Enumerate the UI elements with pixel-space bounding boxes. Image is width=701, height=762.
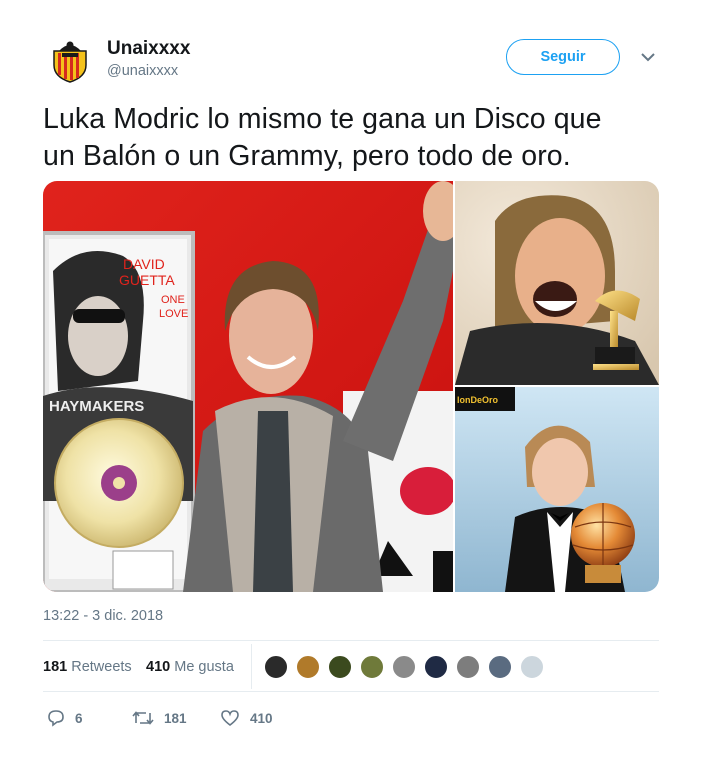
media-image-3[interactable]: lonDeOro [455,387,659,592]
valencia-crest-icon [53,41,87,83]
divider [43,640,659,641]
tweet-text: Luka Modric lo mismo te gana un Disco qu… [43,101,673,175]
poster-text-guetta: GUETTA [119,272,175,288]
media-grid: HAYMAKERS DAVID GUETTA ONE LOVE lonDeOro [43,181,659,592]
media-image-2[interactable] [455,181,659,385]
liker-avatar[interactable] [263,654,289,680]
retweets-label: Retweets [71,659,132,675]
user-handle[interactable]: @unaixxxx [107,63,178,79]
reply-icon [48,710,64,727]
tweet-text-line-1: Luka Modric lo mismo te gana un Disco qu… [43,103,602,135]
retweet-button[interactable]: 181 [132,706,187,730]
retweet-icon [132,711,154,725]
retweets-count: 181 [43,659,68,675]
liker-avatar[interactable] [455,654,481,680]
liker-avatar[interactable] [487,654,513,680]
divider [43,691,659,692]
display-name[interactable]: Unaixxxx [107,38,190,60]
likes-stat[interactable]: 410 Me gusta [146,659,234,675]
liker-avatar[interactable] [391,654,417,680]
retweets-stat[interactable]: 181 Retweets [43,659,132,675]
liker-avatar[interactable] [327,654,353,680]
likes-count: 410 [146,659,171,675]
tweet-header: Unaixxxx @unaixxxx Seguir [0,0,701,100]
media-image-1[interactable]: HAYMAKERS DAVID GUETTA ONE LOVE [43,181,453,592]
poster-text-david: DAVID [123,256,165,272]
poster-text-one: ONE [161,294,185,306]
liker-avatar[interactable] [423,654,449,680]
liker-avatar[interactable] [359,654,385,680]
like-button[interactable]: 410 [220,706,273,730]
chevron-down-icon[interactable] [640,50,656,64]
poster-text-haymakers: HAYMAKERS [49,398,144,415]
like-count: 410 [250,710,273,726]
follow-button[interactable]: Seguir [506,39,620,75]
reply-button[interactable]: 6 [47,706,83,730]
stats-separator [251,644,252,689]
heart-icon [221,710,239,727]
poster-text-love: LOVE [159,308,188,320]
avatar[interactable] [50,37,90,83]
likes-label: Me gusta [174,659,234,675]
tweet-timestamp[interactable]: 13:22 - 3 dic. 2018 [43,608,163,624]
tweet-text-line-2: un Balón o un Grammy, pero todo de oro. [43,140,571,172]
broadcast-overlay-text: lonDeOro [457,395,499,405]
retweet-count: 181 [164,710,187,726]
reply-count: 6 [75,710,83,726]
liker-avatar[interactable] [519,654,545,680]
liker-avatar[interactable] [295,654,321,680]
